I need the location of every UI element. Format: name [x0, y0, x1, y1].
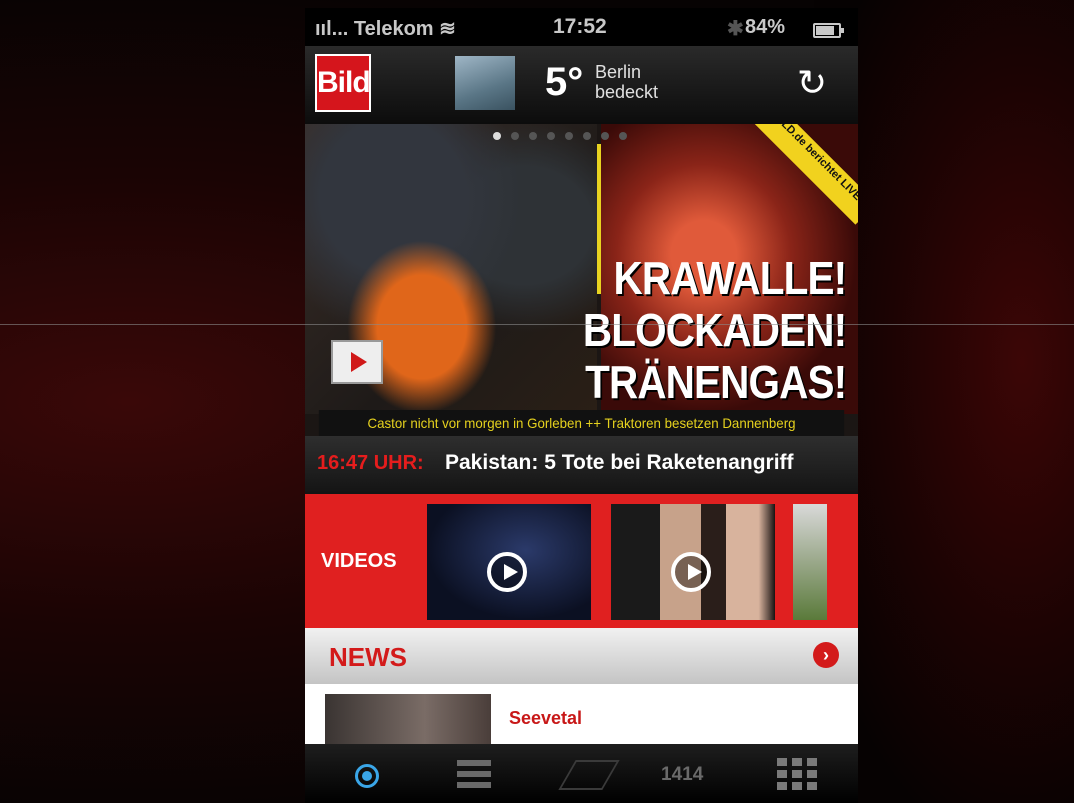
cloudy-weather-icon: [455, 56, 515, 110]
page-dot[interactable]: [529, 132, 537, 140]
page-dot[interactable]: [511, 132, 519, 140]
weather-location: Berlin bedeckt: [595, 62, 658, 102]
ticker-time: 16:47 UHR:: [317, 452, 424, 474]
battery-icon: [813, 23, 844, 38]
videos-label[interactable]: VIDEOS: [321, 550, 397, 573]
hero-teaser[interactable]: Castor nicht vor morgen in Gorleben ++ T…: [318, 410, 845, 436]
videos-section: VIDEOS: [305, 494, 858, 628]
news-title: NEWS: [329, 642, 407, 672]
battery-percent: 84%: [745, 16, 786, 38]
page-dot[interactable]: [619, 132, 627, 140]
ticker-headline: Pakistan: 5 Tote bei Raketenangriff: [445, 451, 794, 474]
list-item[interactable]: Seevetal: [305, 684, 858, 744]
news-section-header[interactable]: NEWS ›: [305, 628, 858, 684]
wifi-icon: ≋: [439, 18, 456, 40]
news-thumbnail: [325, 694, 491, 744]
tab-count[interactable]: 1414: [661, 764, 703, 786]
headline-line: KRAWALLE!: [613, 252, 847, 304]
page-dots[interactable]: [493, 132, 627, 140]
news-item-title: Seevetal: [509, 708, 583, 728]
stack-icon[interactable]: [558, 760, 620, 790]
live-icon[interactable]: [349, 758, 385, 794]
phone-screen: ııl... Telekom ≋ 17:52 ✱ 84% Bild 5° Ber…: [305, 8, 858, 803]
refresh-icon[interactable]: ↻: [795, 65, 829, 101]
live-icon-core: [362, 771, 372, 781]
page-dot[interactable]: [493, 132, 501, 140]
play-icon[interactable]: [671, 552, 711, 592]
grid-icon[interactable]: [777, 758, 817, 790]
app-header: Bild 5° Berlin bedeckt ↻: [305, 46, 858, 124]
page-dot[interactable]: [547, 132, 555, 140]
video-thumbnail[interactable]: [793, 504, 827, 620]
page-dot[interactable]: [565, 132, 573, 140]
news-ticker[interactable]: 16:47 UHR: Pakistan: 5 Tote bei Raketena…: [305, 436, 858, 494]
chevron-right-icon[interactable]: ›: [813, 642, 839, 668]
headline-line: BLOCKADEN!: [582, 304, 847, 356]
temperature: 5°: [545, 60, 584, 104]
bild-logo[interactable]: Bild: [315, 54, 371, 112]
video-scanline: [0, 324, 1074, 325]
weather-condition: bedeckt: [595, 82, 659, 102]
tab-bar: 1414: [305, 744, 858, 803]
carrier-name: Telekom: [353, 18, 434, 40]
carrier-label: ııl... Telekom ≋: [315, 18, 456, 40]
hero-carousel[interactable]: BILD.de berichtet LIVE KRAWALLE! BLOCKAD…: [305, 124, 858, 436]
list-icon[interactable]: [457, 760, 491, 788]
page-dot[interactable]: [601, 132, 609, 140]
status-bar: ııl... Telekom ≋ 17:52 ✱ 84%: [305, 8, 858, 46]
hero-headline[interactable]: KRAWALLE! BLOCKADEN! TRÄNENGAS!: [582, 252, 847, 408]
bluetooth-icon: ✱: [727, 18, 744, 40]
page-dot[interactable]: [583, 132, 591, 140]
headline-line: TRÄNENGAS!: [584, 356, 847, 408]
clock: 17:52: [553, 15, 607, 38]
play-icon[interactable]: [487, 552, 527, 592]
city-name: Berlin: [595, 62, 642, 82]
video-play-button[interactable]: [331, 340, 383, 384]
